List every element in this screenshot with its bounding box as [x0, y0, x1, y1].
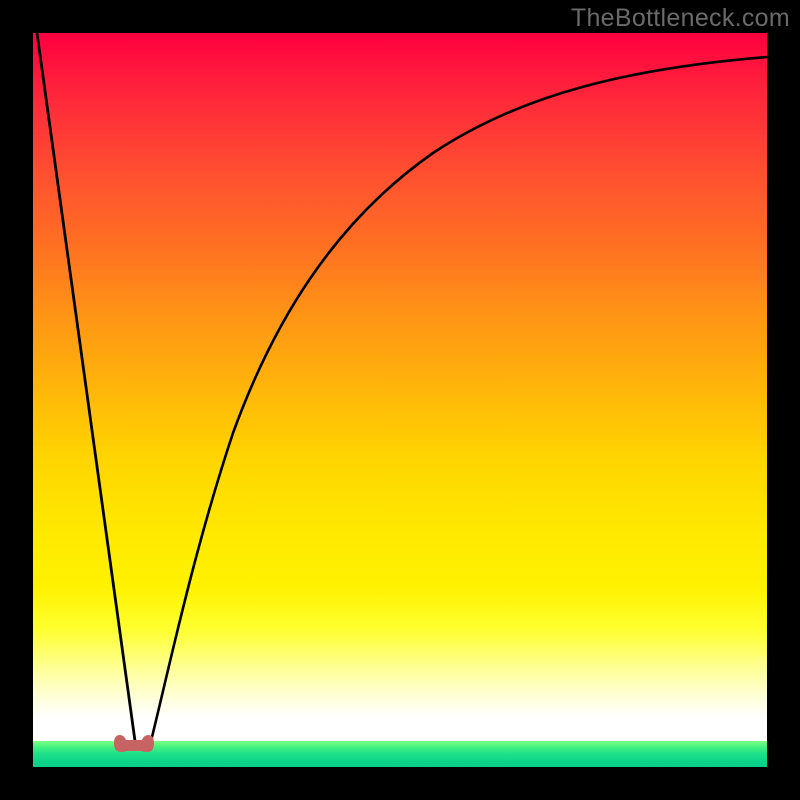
curve-right-limb — [151, 57, 767, 741]
plot-area — [33, 33, 767, 767]
bottleneck-curve — [33, 33, 767, 767]
watermark-text: TheBottleneck.com — [571, 4, 790, 33]
curve-left-limb — [37, 33, 135, 741]
chart-frame: TheBottleneck.com — [0, 0, 800, 800]
